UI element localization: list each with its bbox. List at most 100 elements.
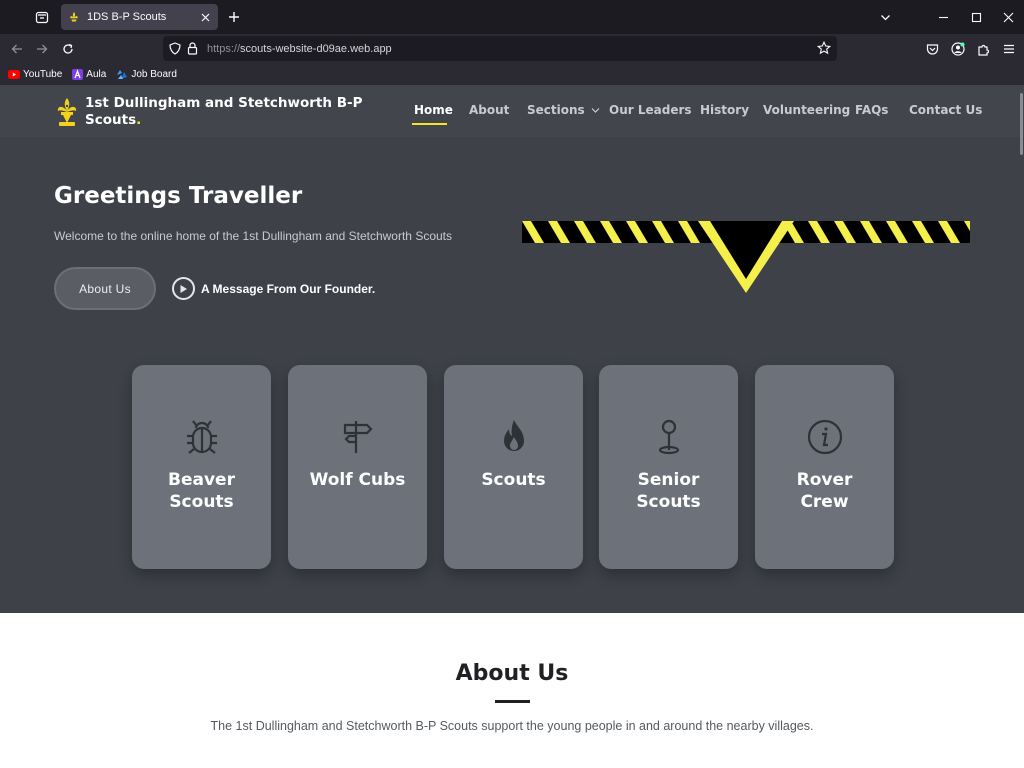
nav-volunteering[interactable]: Volunteering	[763, 103, 850, 117]
nav-sections[interactable]: Sections	[527, 103, 600, 117]
shield-icon[interactable]	[169, 42, 181, 55]
nav-our-leaders[interactable]: Our Leaders	[609, 103, 692, 117]
url-protocol: https://	[207, 42, 241, 55]
chevron-down-icon	[880, 14, 890, 20]
hero-section: 1st Dullingham and Stetchworth B-P Scout…	[0, 85, 1024, 613]
founder-message-link[interactable]: A Message From Our Founder.	[172, 277, 375, 300]
tab-overflow-button[interactable]	[874, 6, 896, 28]
hero-title: Greetings Traveller	[54, 183, 303, 209]
youtube-icon	[8, 70, 20, 79]
main-nav: Home About Sections Our Leaders History …	[0, 103, 1024, 123]
aula-icon	[72, 69, 84, 80]
browser-nav-bar: https://scouts-website-d09ae.web.app	[0, 34, 1024, 64]
address-bar[interactable]: https://scouts-website-d09ae.web.app	[163, 36, 837, 61]
card-label-line-2: Scouts	[636, 492, 701, 512]
web-page: 1st Dullingham and Stetchworth B-P Scout…	[0, 85, 1024, 768]
section-card-label: Beaver Scouts	[138, 469, 265, 513]
bookmark-youtube[interactable]: YouTube	[8, 69, 62, 80]
card-label-line-2: Scouts	[169, 492, 234, 512]
section-card-label: Senior Scouts	[605, 469, 732, 513]
card-label-line-1: Scouts	[481, 470, 546, 490]
minimize-button[interactable]	[932, 6, 954, 28]
maximize-button[interactable]	[965, 6, 987, 28]
about-section-text: The 1st Dullingham and Stetchworth B-P S…	[210, 719, 814, 733]
section-card-senior-scouts[interactable]: Senior Scouts	[599, 365, 738, 569]
reload-button[interactable]	[57, 38, 79, 60]
section-card-wolf-cubs[interactable]: Wolf Cubs	[288, 365, 427, 569]
about-section-title: About Us	[455, 661, 569, 686]
chevron-down-icon	[591, 108, 600, 113]
map-pin-icon	[651, 417, 687, 457]
card-label-line-1: Senior	[637, 470, 700, 490]
bookmark-job-board[interactable]: Job Board	[116, 69, 177, 80]
page-scrollbar[interactable]	[1018, 85, 1024, 768]
back-button[interactable]	[6, 38, 28, 60]
browser-tab-bar: 1DS B-P Scouts	[0, 0, 1024, 34]
reload-icon	[63, 43, 73, 54]
minimize-icon	[938, 16, 948, 18]
section-card-rover-crew[interactable]: Rover Crew	[755, 365, 894, 569]
lock-icon[interactable]	[187, 42, 198, 55]
hero-subtitle: Welcome to the online home of the 1st Du…	[54, 229, 452, 243]
active-nav-indicator	[412, 123, 447, 125]
bug-icon	[184, 417, 220, 457]
nav-history[interactable]: History	[700, 103, 749, 117]
hazard-stripe-graphic	[522, 221, 970, 293]
about-title-divider	[495, 700, 530, 703]
section-card-label: Wolf Cubs	[294, 469, 421, 491]
puzzle-icon	[977, 44, 989, 56]
founder-message-label: A Message From Our Founder.	[201, 281, 376, 296]
maximize-icon	[971, 12, 981, 22]
arrow-right-icon	[37, 44, 48, 54]
tab-list-icon	[35, 11, 49, 24]
card-label-line-1: Wolf Cubs	[309, 470, 406, 490]
card-label-line-2: Crew	[800, 492, 849, 512]
url-host: scouts-website-d09ae.web.app	[240, 42, 392, 55]
signpost-icon	[340, 417, 376, 457]
account-icon	[951, 42, 965, 56]
bookmark-aula[interactable]: Aula	[72, 69, 106, 80]
bookmarks-toolbar: YouTube Aula Job Board	[0, 64, 1024, 85]
flame-icon	[496, 417, 532, 457]
card-label-line-1: Rover	[796, 470, 853, 490]
forward-button[interactable]	[31, 38, 53, 60]
browser-tab-active[interactable]: 1DS B-P Scouts	[61, 4, 218, 30]
extensions-button[interactable]	[972, 38, 994, 60]
close-icon	[1003, 12, 1013, 22]
play-icon	[172, 277, 195, 300]
scrollbar-thumb[interactable]	[1020, 93, 1023, 155]
job-board-icon	[117, 70, 128, 79]
star-bookmark-icon[interactable]	[817, 41, 831, 55]
nav-contact-us[interactable]: Contact Us	[909, 103, 982, 117]
tab-close-icon[interactable]	[198, 10, 212, 24]
section-card-scouts[interactable]: Scouts	[444, 365, 583, 569]
nav-sections-label: Sections	[527, 103, 585, 117]
section-cards: Beaver Scouts Wolf Cubs Scouts Senior Sc…	[0, 365, 1024, 569]
section-card-beaver-scouts[interactable]: Beaver Scouts	[132, 365, 271, 569]
nav-about[interactable]: About	[469, 103, 509, 117]
arrow-left-icon	[11, 44, 22, 54]
bookmark-label: YouTube	[23, 69, 63, 80]
close-window-button[interactable]	[997, 6, 1019, 28]
new-tab-button[interactable]	[224, 7, 244, 27]
nav-home[interactable]: Home	[414, 103, 453, 117]
tab-list-button[interactable]	[30, 6, 54, 28]
app-menu-button[interactable]	[998, 38, 1020, 60]
site-header: 1st Dullingham and Stetchworth B-P Scout…	[0, 85, 1024, 137]
tab-title: 1DS B-P Scouts	[87, 11, 167, 23]
nav-faqs[interactable]: FAQs	[855, 103, 888, 117]
section-card-label: Rover Crew	[761, 469, 888, 513]
pocket-icon	[926, 43, 938, 55]
section-card-label: Scouts	[450, 469, 577, 491]
pocket-button[interactable]	[921, 38, 943, 60]
bookmark-label: Aula	[86, 69, 107, 80]
hamburger-menu-icon	[1004, 44, 1014, 54]
about-us-button[interactable]: About Us	[54, 267, 156, 310]
bookmark-label: Job Board	[131, 69, 177, 80]
fleur-de-lis-favicon-icon	[67, 10, 81, 24]
card-label-line-1: Beaver	[168, 470, 235, 490]
info-icon	[807, 417, 843, 457]
account-button[interactable]	[947, 38, 969, 60]
plus-icon	[229, 12, 239, 22]
url-text: https://scouts-website-d09ae.web.app	[207, 43, 392, 55]
